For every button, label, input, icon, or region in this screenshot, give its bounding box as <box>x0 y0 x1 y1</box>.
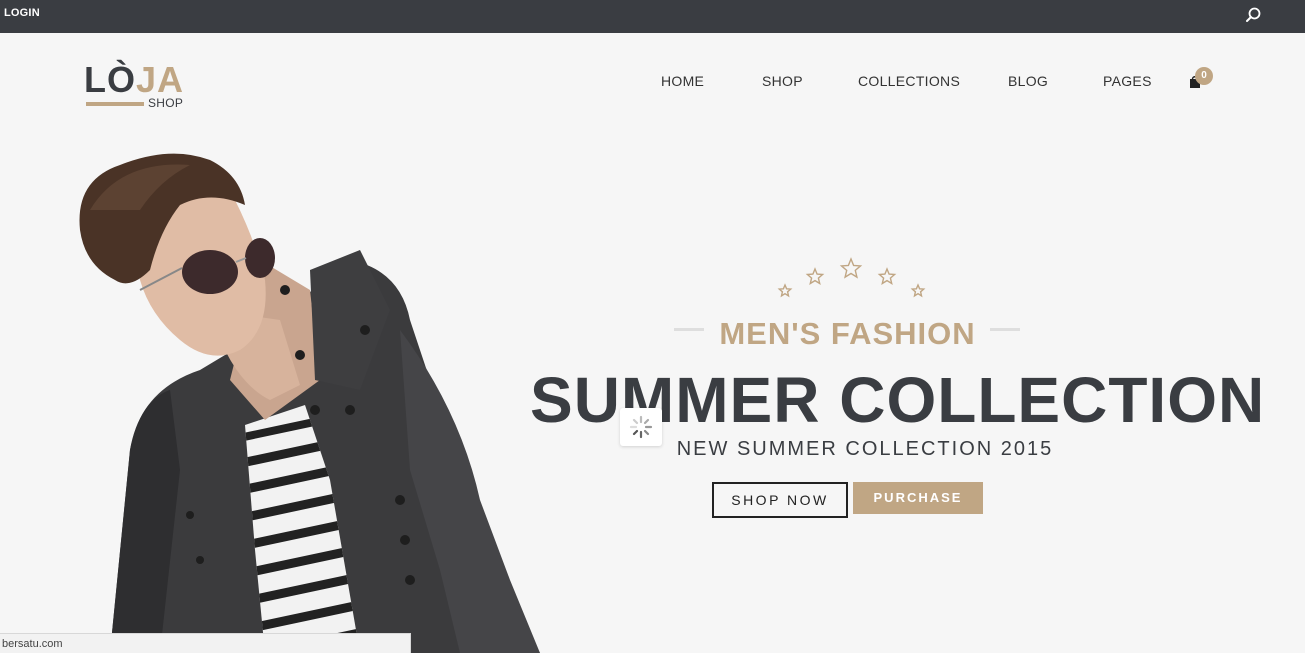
star-icon <box>839 257 863 279</box>
hero-subline: NEW SUMMER COLLECTION 2015 <box>676 438 1054 460</box>
star-icon <box>805 267 825 285</box>
star-icon <box>877 267 897 285</box>
hero-model-image <box>60 150 560 653</box>
nav-item-pages[interactable]: PAGES <box>1103 73 1152 89</box>
cart-button[interactable]: 0 <box>1189 67 1219 93</box>
search-icon[interactable] <box>1243 5 1263 25</box>
purchase-button[interactable]: PURCHASE <box>853 482 983 514</box>
logo-underline <box>86 102 144 106</box>
cart-count-badge: 0 <box>1195 67 1213 85</box>
logo-text-part1: LÒ <box>84 59 136 100</box>
loading-spinner <box>620 408 662 446</box>
nav-item-collections[interactable]: COLLECTIONS <box>858 73 960 89</box>
spinner-icon <box>629 415 653 439</box>
rating-stars <box>770 255 930 303</box>
nav-item-shop[interactable]: SHOP <box>762 73 803 89</box>
kicker-right-divider <box>990 328 1020 331</box>
status-bar-url: bersatu.com <box>0 633 411 653</box>
login-link[interactable]: LOGIN <box>4 0 40 33</box>
logo-subtitle: SHOP <box>148 96 184 110</box>
hero-kicker-wrap: MEN'S FASHION <box>670 316 1025 356</box>
nav-item-home[interactable]: HOME <box>661 73 704 89</box>
site-logo[interactable]: LÒJA SHOP <box>84 60 194 116</box>
hero-kicker: MEN'S FASHION <box>719 316 976 351</box>
logo-text-part2: JA <box>136 59 185 100</box>
star-icon <box>777 283 793 298</box>
nav-item-blog[interactable]: BLOG <box>1008 73 1048 89</box>
top-bar: LOGIN <box>0 0 1305 33</box>
shop-now-button[interactable]: SHOP NOW <box>712 482 848 518</box>
star-icon <box>910 283 926 298</box>
